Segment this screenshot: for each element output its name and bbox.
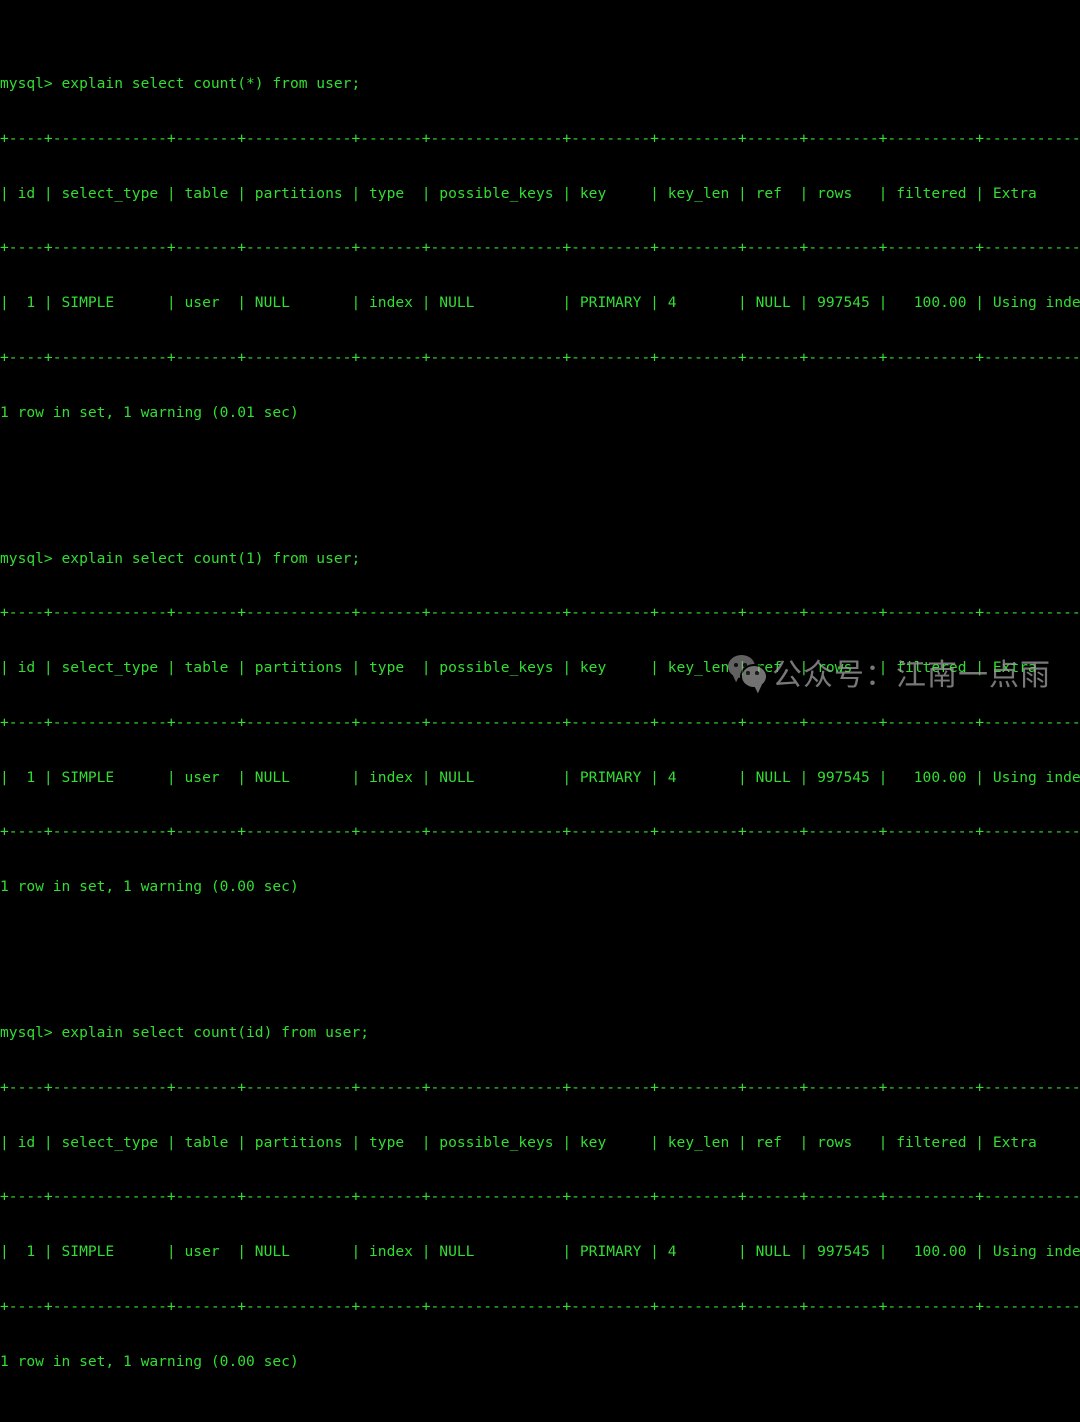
- table-border: +----+-------------+-------+------------…: [0, 1078, 1080, 1096]
- table-border: +----+-------------+-------+------------…: [0, 713, 1080, 731]
- status-line: 1 row in set, 1 warning (0.00 sec): [0, 878, 299, 895]
- table-header: | id | select_type | table | partitions …: [0, 659, 1080, 676]
- command-line: mysql> explain select count(1) from user…: [0, 549, 361, 567]
- table-border: +----+-------------+-------+------------…: [0, 348, 1080, 366]
- command-line: mysql> explain select count(id) from use…: [0, 1024, 370, 1041]
- command-line: mysql> explain select count(*) from user…: [0, 75, 361, 92]
- table-border: +----+-------------+-------+------------…: [0, 604, 1080, 622]
- table-row: | 1 | SIMPLE | user | NULL | index | NUL…: [0, 768, 1080, 786]
- table-row: | 1 | SIMPLE | user | NULL | index | NUL…: [0, 294, 1080, 311]
- table-header: | id | select_type | table | partitions …: [0, 184, 1080, 202]
- terminal-screen[interactable]: mysql> explain select count(*) from user…: [0, 0, 1080, 1370]
- table-border: +----+-------------+-------+------------…: [0, 239, 1080, 257]
- table-border: +----+-------------+-------+------------…: [0, 129, 1080, 147]
- table-border: +----+-------------+-------+------------…: [0, 1297, 1080, 1315]
- table-border: +----+-------------+-------+------------…: [0, 823, 1080, 841]
- table-header: | id | select_type | table | partitions …: [0, 1133, 1080, 1151]
- status-line: 1 row in set, 1 warning (0.00 sec): [0, 1352, 299, 1370]
- table-row: | 1 | SIMPLE | user | NULL | index | NUL…: [0, 1243, 1080, 1260]
- table-border: +----+-------------+-------+------------…: [0, 1188, 1080, 1206]
- status-line: 1 row in set, 1 warning (0.01 sec): [0, 403, 299, 421]
